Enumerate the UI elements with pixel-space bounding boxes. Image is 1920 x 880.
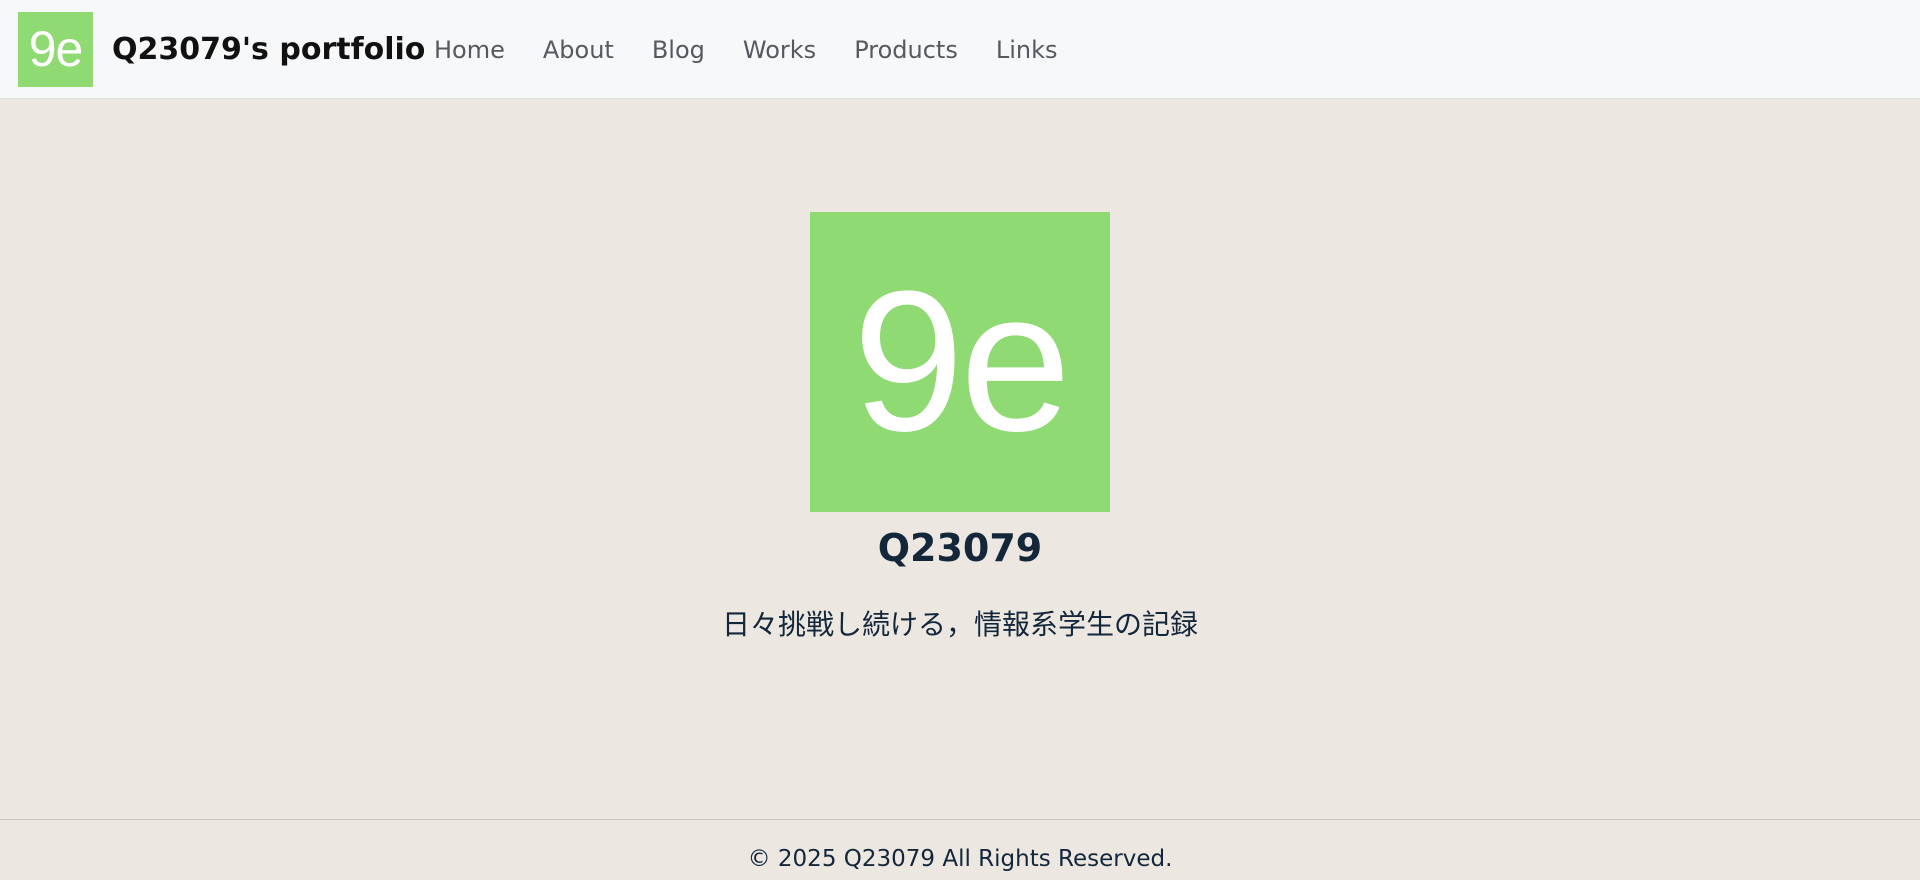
nav-link-home[interactable]: Home xyxy=(434,36,505,64)
hero-section: 9e Q23079 日々挑戦し続ける，情報系学生の記録 xyxy=(0,100,1920,818)
nav-link-products[interactable]: Products xyxy=(854,36,958,64)
hero-logo-icon: 9e xyxy=(810,212,1110,512)
nav-menu: Home About Blog Works Products Links xyxy=(415,0,1076,99)
nav-link-links[interactable]: Links xyxy=(996,36,1058,64)
site-brand-link[interactable]: Q23079's portfolio xyxy=(112,0,425,99)
footer: © 2025 Q23079 All Rights Reserved. xyxy=(0,819,1920,880)
nav-link-about[interactable]: About xyxy=(543,36,614,64)
navbar: 9e Q23079's portfolio Home About Blog Wo… xyxy=(0,0,1920,99)
copyright-text: © 2025 Q23079 All Rights Reserved. xyxy=(747,846,1173,872)
profile-tagline: 日々挑戦し続ける，情報系学生の記録 xyxy=(721,608,1198,641)
site-logo-icon[interactable]: 9e xyxy=(18,12,93,87)
nav-link-blog[interactable]: Blog xyxy=(652,36,705,64)
nav-link-works[interactable]: Works xyxy=(743,36,816,64)
profile-name: Q23079 xyxy=(877,526,1043,570)
